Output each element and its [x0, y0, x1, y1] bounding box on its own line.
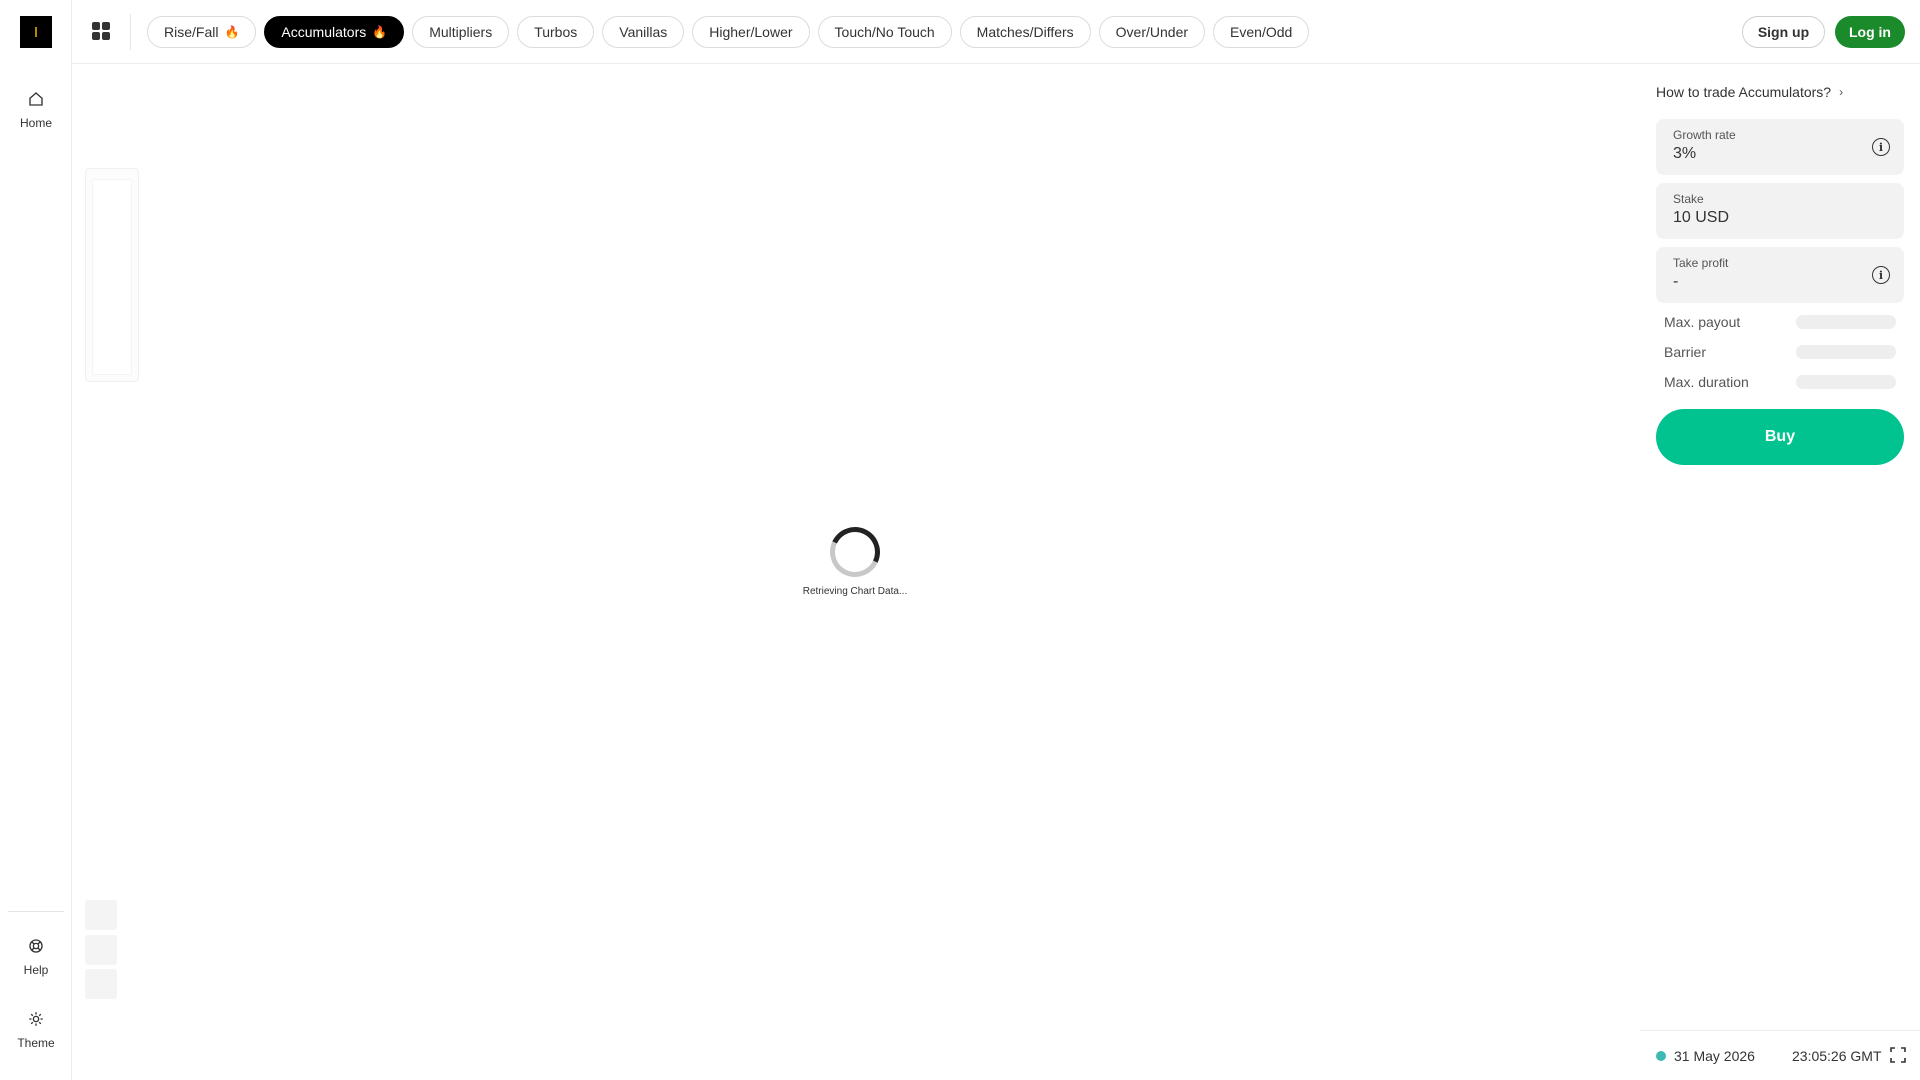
loading-skeleton — [1796, 315, 1896, 329]
server-time: 23:05:26 GMT — [1792, 1048, 1882, 1064]
tab-label: Multipliers — [429, 24, 493, 40]
growth-rate-field[interactable]: Growth rate 3% i — [1656, 119, 1904, 175]
tab-touch-no-touch[interactable]: Touch/No Touch — [817, 16, 952, 48]
fullscreen-icon[interactable] — [1890, 1047, 1906, 1063]
loading-skeleton — [1796, 375, 1896, 389]
max-duration-row: Max. duration — [1664, 372, 1896, 392]
top-bar: Rise/Fall 🔥 Accumulators 🔥 Multipliers Turbos… — [72, 0, 1920, 64]
barrier-label: Barrier — [1664, 344, 1707, 360]
topbar-divider — [130, 14, 131, 50]
sidebar-item-label: Help — [23, 963, 49, 977]
take-profit-value: - — [1673, 273, 1679, 290]
sun-icon — [29, 1012, 43, 1026]
tab-vanillas[interactable]: Vanillas — [602, 16, 685, 48]
sidebar: Home Help Theme — [0, 0, 72, 1080]
tab-rise-fall[interactable]: Rise/Fall 🔥 — [147, 16, 257, 48]
chart-control-button[interactable] — [85, 935, 117, 965]
info-icon[interactable]: i — [1872, 138, 1890, 156]
tab-label: Vanillas — [619, 24, 668, 40]
tab-multipliers[interactable]: Multipliers — [412, 16, 510, 48]
trade-type-tabs: Rise/Fall 🔥 Accumulators 🔥 Multipliers Turbos… — [147, 16, 1310, 48]
sidebar-divider — [8, 911, 64, 912]
brand-logo[interactable] — [20, 16, 52, 48]
log-in-button[interactable]: Log in — [1835, 16, 1905, 48]
chart-toolbar-placeholder — [85, 168, 139, 382]
growth-rate-label: Growth rate — [1673, 128, 1736, 142]
sign-up-button[interactable]: Sign up — [1742, 16, 1825, 48]
max-payout-label: Max. payout — [1664, 314, 1741, 330]
growth-rate-value: 3% — [1673, 145, 1697, 162]
chart-control-button[interactable] — [85, 900, 117, 930]
barrier-row: Barrier — [1664, 342, 1896, 362]
loading-skeleton — [1796, 345, 1896, 359]
buy-button[interactable]: Buy — [1656, 409, 1904, 465]
tab-turbos[interactable]: Turbos — [517, 16, 595, 48]
home-icon — [29, 92, 43, 106]
tab-label: Turbos — [534, 24, 578, 40]
max-payout-row: Max. payout — [1664, 312, 1896, 332]
tab-over-under[interactable]: Over/Under — [1098, 16, 1206, 48]
take-profit-label: Take profit — [1673, 256, 1729, 270]
take-profit-field[interactable]: Take profit - i — [1656, 247, 1904, 303]
how-to-trade-link[interactable]: How to trade Accumulators? › — [1656, 84, 1843, 100]
stake-field[interactable]: Stake 10 USD — [1656, 183, 1904, 239]
status-footer: 31 May 2026 23:05:26 GMT — [1640, 1030, 1920, 1080]
lifebuoy-icon — [29, 939, 43, 953]
tab-accumulators[interactable]: Accumulators 🔥 — [264, 16, 405, 48]
server-date: 31 May 2026 — [1674, 1048, 1755, 1064]
fire-icon: 🔥 — [372, 25, 388, 39]
sidebar-item-help[interactable]: Help — [0, 937, 72, 977]
tab-higher-lower[interactable]: Higher/Lower — [692, 16, 810, 48]
tab-label: Matches/Differs — [976, 24, 1074, 40]
sidebar-item-theme[interactable]: Theme — [0, 1010, 72, 1050]
connection-status-icon — [1656, 1051, 1666, 1061]
stake-value: 10 USD — [1673, 209, 1730, 226]
chevron-right-icon: › — [1839, 85, 1844, 99]
fire-icon: 🔥 — [224, 25, 240, 39]
tab-label: Touch/No Touch — [834, 24, 935, 40]
apps-grid-icon[interactable] — [92, 22, 110, 40]
tab-label: Even/Odd — [1230, 24, 1293, 40]
chart-loading-text: Retrieving Chart Data... — [802, 586, 908, 597]
tab-even-odd[interactable]: Even/Odd — [1213, 16, 1310, 48]
tab-label: Higher/Lower — [709, 24, 793, 40]
tab-label: Rise/Fall — [164, 24, 219, 40]
tab-label: Over/Under — [1115, 24, 1189, 40]
chart-control-button[interactable] — [85, 969, 117, 999]
sidebar-item-label: Home — [19, 116, 52, 130]
loading-spinner-icon — [822, 519, 888, 585]
how-to-trade-label: How to trade Accumulators? — [1656, 84, 1832, 100]
sidebar-item-home[interactable]: Home — [0, 90, 72, 130]
tab-matches-differs[interactable]: Matches/Differs — [959, 16, 1091, 48]
stake-label: Stake — [1673, 192, 1704, 206]
max-duration-label: Max. duration — [1664, 374, 1749, 390]
tab-label: Accumulators — [281, 24, 367, 40]
info-icon[interactable]: i — [1872, 266, 1890, 284]
sidebar-item-label: Theme — [17, 1036, 55, 1050]
